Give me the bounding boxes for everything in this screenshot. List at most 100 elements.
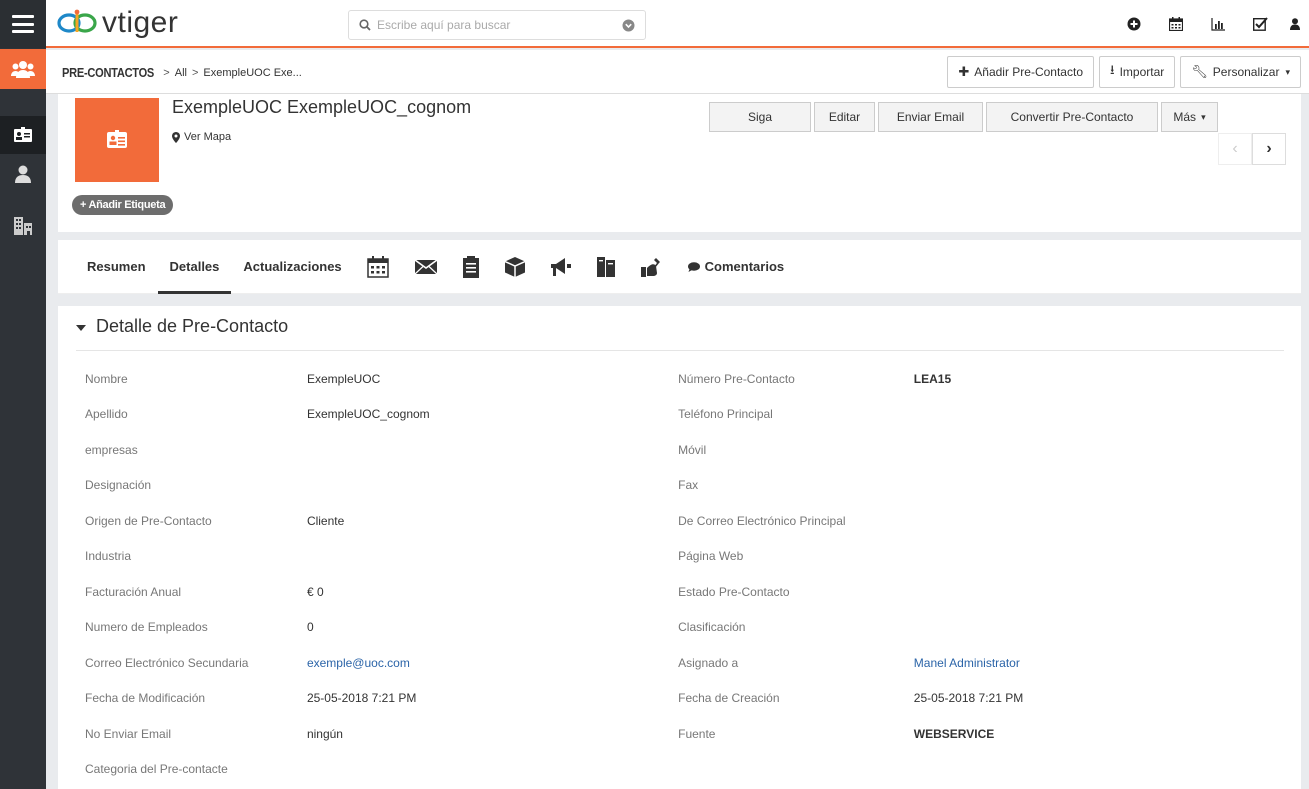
field-row: Designación Fax bbox=[85, 468, 1285, 504]
field-value[interactable]: Cliente bbox=[307, 514, 678, 528]
plus-icon: ✚ bbox=[958, 64, 970, 79]
send-email-button[interactable]: Enviar Email bbox=[878, 102, 983, 132]
record-avatar bbox=[75, 98, 159, 182]
customize-button[interactable]: 🔧︎ Personalizar ▾ bbox=[1180, 56, 1301, 88]
user-menu-button[interactable] bbox=[1281, 0, 1309, 48]
vtiger-logo-icon bbox=[57, 9, 97, 33]
rail-contacts[interactable] bbox=[0, 155, 46, 193]
previous-record-button[interactable]: ‹ bbox=[1218, 133, 1252, 165]
convert-lead-button[interactable]: Convertir Pre-Contacto bbox=[986, 102, 1158, 132]
tab-emails[interactable] bbox=[402, 240, 450, 294]
search-input[interactable] bbox=[377, 18, 622, 32]
field-label: De Correo Electrónico Principal bbox=[678, 513, 846, 528]
reports-button[interactable] bbox=[1197, 0, 1239, 48]
follow-button[interactable]: Siga bbox=[709, 102, 811, 132]
field-value[interactable]: ningún bbox=[307, 727, 678, 741]
document-icon bbox=[462, 255, 479, 278]
field-label: Página Web bbox=[678, 549, 744, 564]
field-row: Origen de Pre-Contacto Cliente De Correo… bbox=[85, 503, 1285, 539]
tab-summary[interactable]: Resumen bbox=[75, 240, 158, 294]
field-row: Industria Página Web bbox=[85, 539, 1285, 575]
section-divider bbox=[76, 350, 1284, 351]
add-tag-button[interactable]: + Añadir Etiqueta bbox=[72, 195, 174, 215]
field-label: Correo Electrónico Secundaria bbox=[85, 655, 249, 670]
field-value[interactable]: ExempleUOC_cognom bbox=[307, 407, 678, 421]
field-row: Nombre ExempleUOC Número Pre-Contacto LE… bbox=[85, 361, 1285, 397]
section-title: Detalle de Pre-Contacto bbox=[96, 316, 289, 336]
more-label: Más bbox=[1173, 110, 1197, 124]
download-icon: ⭳ bbox=[1110, 62, 1115, 77]
import-button[interactable]: ⭳ Importar bbox=[1099, 56, 1176, 88]
menu-button[interactable] bbox=[0, 0, 46, 48]
assigned-user-link[interactable]: Manel Administrator bbox=[914, 656, 1285, 670]
section-header[interactable]: Detalle de Pre-Contacto bbox=[76, 316, 288, 337]
binders-icon bbox=[596, 256, 615, 277]
field-label: Nombre bbox=[85, 371, 128, 386]
megaphone-icon bbox=[550, 257, 571, 276]
field-value: LEA15 bbox=[913, 371, 952, 386]
tab-comments[interactable]: Comentarios bbox=[676, 240, 796, 294]
tab-products[interactable] bbox=[492, 240, 538, 294]
user-icon bbox=[1290, 18, 1300, 30]
global-search[interactable] bbox=[348, 10, 646, 40]
record-tabs: Resumen Detalles Actualizaciones Comenta… bbox=[58, 240, 1301, 294]
caret-down-icon: ▾ bbox=[1201, 111, 1206, 122]
vtiger-logo[interactable]: vtiger bbox=[56, 6, 178, 40]
field-label: Categoria del Pre-contacte bbox=[85, 762, 228, 777]
rail-leads-module[interactable] bbox=[0, 49, 46, 89]
field-row: Fecha de Modificación 25-05-2018 7:21 PM… bbox=[85, 681, 1285, 717]
field-label: Numero de Empleados bbox=[85, 620, 208, 635]
field-label: Origen de Pre-Contacto bbox=[85, 513, 212, 528]
field-label: Apellido bbox=[85, 407, 128, 422]
tab-updates[interactable]: Actualizaciones bbox=[231, 240, 353, 294]
field-label: empresas bbox=[85, 442, 138, 457]
field-label: No Enviar Email bbox=[85, 726, 172, 741]
envelope-icon bbox=[414, 258, 437, 274]
top-header: vtiger bbox=[46, 0, 1309, 48]
breadcrumb-module[interactable]: PRE-CONTACTOS bbox=[62, 65, 154, 80]
field-label: Fuente bbox=[678, 726, 716, 741]
field-label: Clasificación bbox=[678, 620, 746, 635]
rail-contact-card[interactable] bbox=[0, 116, 46, 154]
module-actions: ✚ Añadir Pre-Contacto ⭳ Importar 🔧︎ Persona… bbox=[947, 56, 1301, 88]
next-record-button[interactable]: › bbox=[1252, 133, 1286, 165]
left-rail bbox=[0, 0, 46, 789]
field-label: Fax bbox=[678, 478, 699, 493]
field-value[interactable]: € 0 bbox=[307, 585, 678, 599]
group-users-icon bbox=[11, 61, 35, 78]
field-label: Industria bbox=[85, 549, 132, 564]
tab-services[interactable] bbox=[584, 240, 628, 294]
quick-create-button[interactable] bbox=[1113, 0, 1155, 48]
tab-campaigns[interactable] bbox=[538, 240, 584, 294]
plus-circle-icon bbox=[1127, 17, 1141, 31]
field-label: Fecha de Modificación bbox=[85, 691, 206, 706]
comment-icon bbox=[687, 261, 700, 272]
field-value: 25-05-2018 7:21 PM bbox=[913, 691, 1024, 706]
field-row: Categoria del Pre-contacte bbox=[85, 752, 1285, 788]
search-icon bbox=[359, 19, 371, 31]
building-icon bbox=[14, 217, 32, 235]
breadcrumb-filter[interactable]: All bbox=[175, 67, 187, 79]
add-lead-button[interactable]: ✚ Añadir Pre-Contacto bbox=[947, 56, 1094, 88]
tab-documents[interactable] bbox=[450, 240, 492, 294]
chevron-right-icon: › bbox=[1266, 140, 1272, 157]
calendar-button[interactable] bbox=[1155, 0, 1197, 48]
edit-button[interactable]: Editar bbox=[814, 102, 875, 132]
tab-activities[interactable] bbox=[628, 240, 676, 294]
view-map-link[interactable]: Ver Mapa bbox=[172, 131, 231, 143]
chevron-circle-down-icon[interactable] bbox=[622, 19, 635, 32]
more-button[interactable]: Más ▾ bbox=[1161, 102, 1218, 132]
field-row: Numero de Empleados 0 Clasificación bbox=[85, 610, 1285, 646]
tab-details[interactable]: Detalles bbox=[157, 240, 232, 294]
calendar-icon bbox=[366, 255, 389, 278]
field-value: 25-05-2018 7:21 PM bbox=[306, 691, 417, 706]
user-icon bbox=[15, 165, 31, 183]
field-label: Estado Pre-Contacto bbox=[678, 584, 790, 599]
email-link[interactable]: exemple@uoc.com bbox=[307, 656, 678, 670]
field-value[interactable]: 0 bbox=[307, 620, 678, 634]
tasks-button[interactable] bbox=[1239, 0, 1281, 48]
tab-calendar[interactable] bbox=[354, 240, 402, 294]
rail-organizations[interactable] bbox=[0, 207, 46, 245]
customize-label: Personalizar bbox=[1212, 65, 1280, 79]
field-value[interactable]: ExempleUOC bbox=[307, 372, 678, 386]
